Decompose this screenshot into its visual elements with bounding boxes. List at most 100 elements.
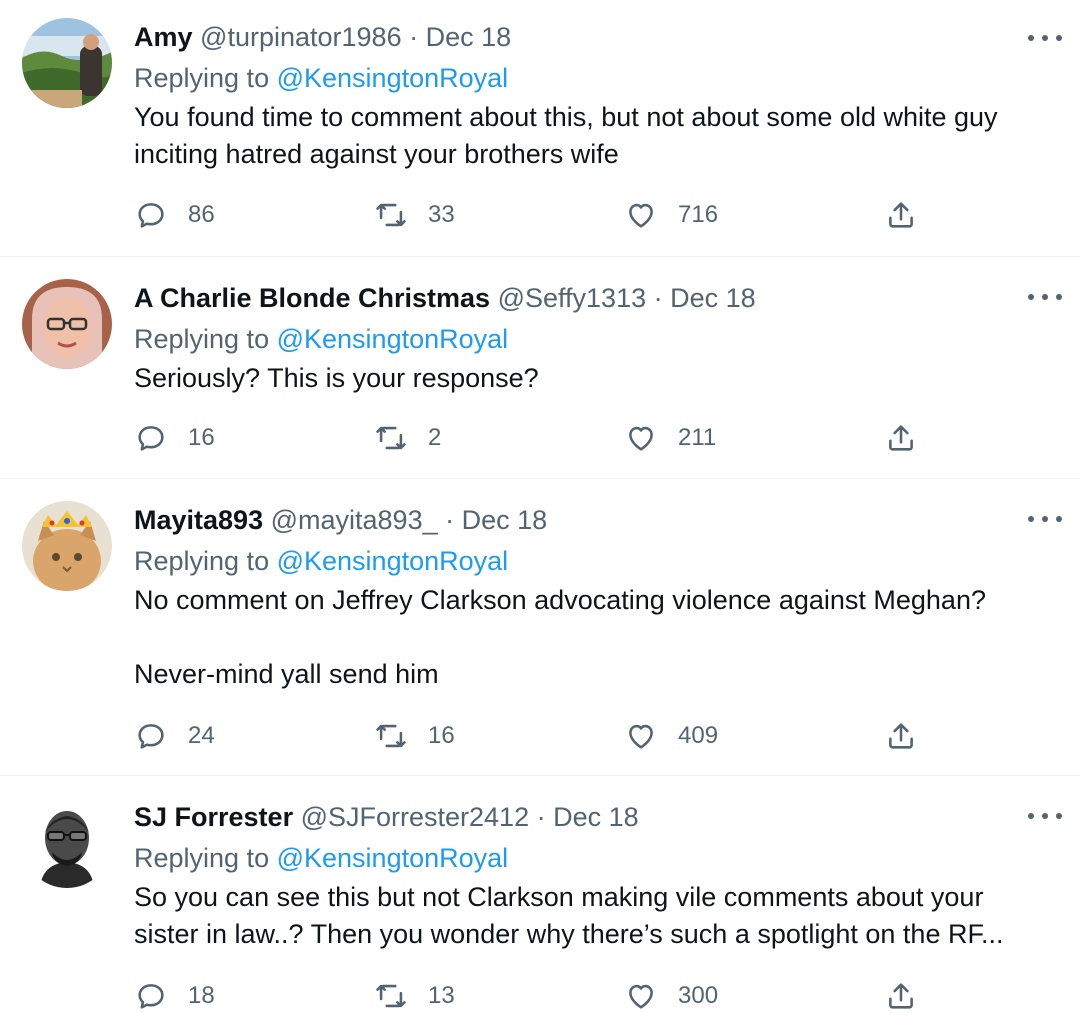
display-name[interactable]: Mayita893 bbox=[134, 505, 263, 535]
retweet-count: 2 bbox=[428, 424, 442, 451]
share-icon bbox=[889, 202, 913, 228]
tweet-header: SJ Forrester @SJForrester2412 · Dec 18 bbox=[134, 800, 1040, 834]
dot-icon bbox=[1028, 294, 1034, 300]
tweet-text-line: So you can see this but not Clarkson mak… bbox=[134, 882, 984, 912]
display-name[interactable]: Amy bbox=[134, 22, 193, 52]
man-avatar-image bbox=[22, 798, 112, 888]
retweet-button[interactable]: 33 bbox=[374, 195, 455, 235]
portrait-avatar-image bbox=[22, 279, 112, 369]
tweet-header: Amy @turpinator1986 · Dec 18 bbox=[134, 20, 1040, 54]
reply-icon bbox=[138, 203, 164, 228]
display-name[interactable]: SJ Forrester bbox=[134, 802, 293, 832]
reply-button[interactable]: 24 bbox=[134, 716, 215, 756]
dot-icon bbox=[1042, 516, 1048, 522]
reply-count: 86 bbox=[188, 201, 215, 228]
share-button[interactable] bbox=[884, 976, 918, 1013]
tweet-text-line: Seriously? This is your response? bbox=[134, 363, 539, 393]
reply-icon bbox=[138, 724, 164, 749]
like-button[interactable]: 409 bbox=[624, 716, 718, 756]
more-options-button[interactable] bbox=[1028, 28, 1062, 48]
tweet-header: A Charlie Blonde Christmas @Seffy1313 · … bbox=[134, 281, 1040, 315]
retweet-icon bbox=[376, 984, 406, 1008]
heart-icon bbox=[629, 724, 653, 749]
share-button[interactable] bbox=[884, 195, 918, 235]
retweet-button[interactable]: 13 bbox=[374, 976, 455, 1013]
tweet-text: So you can see this but not Clarkson mak… bbox=[134, 879, 1040, 953]
like-button[interactable]: 716 bbox=[624, 195, 718, 235]
tweet-date[interactable]: Dec 18 bbox=[426, 22, 512, 52]
separator-dot: · bbox=[536, 802, 546, 832]
tweet-actions: 24 16 409 bbox=[134, 716, 1034, 756]
user-handle[interactable]: @Seffy1313 bbox=[498, 283, 647, 313]
user-handle[interactable]: @SJForrester2412 bbox=[301, 802, 530, 832]
user-handle[interactable]: @mayita893_ bbox=[271, 505, 438, 535]
reply-count: 16 bbox=[188, 424, 215, 451]
cat-avatar-image bbox=[22, 501, 112, 591]
retweet-count: 33 bbox=[428, 201, 455, 228]
tweet-date[interactable]: Dec 18 bbox=[670, 283, 756, 313]
like-button[interactable]: 211 bbox=[624, 418, 716, 458]
retweet-button[interactable]: 2 bbox=[374, 418, 441, 458]
tweet-text: No comment on Jeffrey Clarkson advocatin… bbox=[134, 582, 1040, 693]
tweet[interactable]: SJ Forrester @SJForrester2412 · Dec 18 R… bbox=[0, 776, 1080, 1013]
dot-icon bbox=[1056, 813, 1062, 819]
retweet-button[interactable]: 16 bbox=[374, 716, 455, 756]
tweet-text-line: sister in law..? Then you wonder why the… bbox=[134, 919, 1004, 949]
tweet-text-line: No comment on Jeffrey Clarkson advocatin… bbox=[134, 585, 986, 615]
reply-count: 24 bbox=[188, 722, 215, 749]
like-count: 409 bbox=[678, 722, 719, 749]
replying-to-label: Replying to bbox=[134, 843, 270, 873]
mention-link[interactable]: @KensingtonRoyal bbox=[277, 63, 509, 93]
avatar[interactable] bbox=[22, 798, 112, 888]
avatar[interactable] bbox=[22, 279, 112, 369]
replying-to-line: Replying to @KensingtonRoyal bbox=[134, 59, 1040, 97]
more-options-button[interactable] bbox=[1028, 509, 1062, 529]
tweet-date[interactable]: Dec 18 bbox=[462, 505, 548, 535]
separator-dot: · bbox=[409, 22, 419, 52]
replying-to-line: Replying to @KensingtonRoyal bbox=[134, 320, 1040, 358]
display-name[interactable]: A Charlie Blonde Christmas bbox=[134, 283, 490, 313]
mention-link[interactable]: @KensingtonRoyal bbox=[277, 324, 509, 354]
dot-icon bbox=[1028, 813, 1034, 819]
share-button[interactable] bbox=[884, 418, 918, 458]
tweet[interactable]: Mayita893 @mayita893_ · Dec 18 Replying … bbox=[0, 479, 1080, 776]
avatar[interactable] bbox=[22, 18, 112, 108]
share-button[interactable] bbox=[884, 716, 918, 756]
retweet-icon bbox=[376, 426, 406, 450]
dot-icon bbox=[1028, 35, 1034, 41]
heart-icon bbox=[629, 426, 653, 451]
dot-icon bbox=[1056, 35, 1062, 41]
landscape-avatar-image bbox=[22, 18, 112, 108]
tweet[interactable]: Amy @turpinator1986 · Dec 18 Replying to… bbox=[0, 0, 1080, 257]
replying-to-line: Replying to @KensingtonRoyal bbox=[134, 839, 1040, 877]
mention-link[interactable]: @KensingtonRoyal bbox=[277, 546, 509, 576]
avatar[interactable] bbox=[22, 501, 112, 591]
tweet-header: Mayita893 @mayita893_ · Dec 18 bbox=[134, 503, 1040, 537]
dot-icon bbox=[1042, 294, 1048, 300]
tweet[interactable]: A Charlie Blonde Christmas @Seffy1313 · … bbox=[0, 257, 1080, 479]
dot-icon bbox=[1028, 516, 1034, 522]
share-icon bbox=[889, 983, 913, 1009]
replying-to-label: Replying to bbox=[134, 546, 270, 576]
more-options-button[interactable] bbox=[1028, 806, 1062, 826]
replying-to-label: Replying to bbox=[134, 63, 270, 93]
tweet-text: Seriously? This is your response? bbox=[134, 360, 1040, 397]
mention-link[interactable]: @KensingtonRoyal bbox=[277, 843, 509, 873]
reply-icon bbox=[138, 984, 164, 1009]
tweet-text-line: inciting hatred against your brothers wi… bbox=[134, 139, 619, 169]
user-handle[interactable]: @turpinator1986 bbox=[200, 22, 402, 52]
reply-button[interactable]: 86 bbox=[134, 195, 215, 235]
like-count: 300 bbox=[678, 982, 719, 1009]
reply-button[interactable]: 18 bbox=[134, 976, 215, 1013]
share-icon bbox=[889, 723, 913, 749]
reply-button[interactable]: 16 bbox=[134, 418, 215, 458]
dot-icon bbox=[1042, 35, 1048, 41]
tweet-actions: 16 2 211 bbox=[134, 418, 1034, 458]
like-button[interactable]: 300 bbox=[624, 976, 718, 1013]
more-options-button[interactable] bbox=[1028, 287, 1062, 307]
tweet-date[interactable]: Dec 18 bbox=[553, 802, 639, 832]
tweet-text-line: Never-mind yall send him bbox=[134, 659, 439, 689]
heart-icon bbox=[629, 984, 653, 1009]
reply-icon bbox=[138, 426, 164, 451]
